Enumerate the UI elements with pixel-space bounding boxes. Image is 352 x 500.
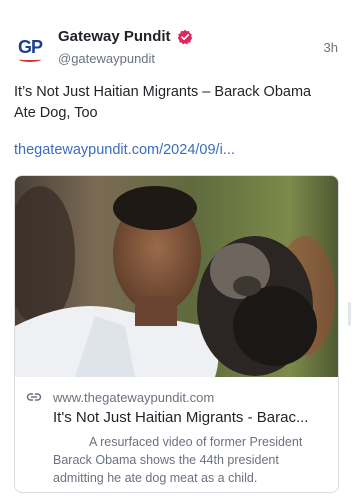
avatar[interactable]: GP — [13, 30, 49, 66]
author-name-row: Gateway Pundit — [58, 28, 193, 45]
verified-badge-icon — [177, 29, 192, 44]
avatar-swoosh — [19, 57, 41, 62]
card-title[interactable]: It's Not Just Haitian Migrants - Barac..… — [53, 409, 328, 426]
link-icon — [26, 393, 42, 401]
scrollbar-thumb[interactable] — [348, 302, 351, 326]
post-link[interactable]: thegatewaypundit.com/2024/09/i... — [14, 142, 235, 158]
author-handle[interactable]: @gatewaypundit — [58, 51, 155, 66]
author-display-name[interactable]: Gateway Pundit — [58, 28, 171, 45]
link-preview-card[interactable]: www.thegatewaypundit.com It's Not Just H… — [14, 175, 339, 493]
card-description: A resurfaced video of former President B… — [53, 435, 303, 485]
card-domain: www.thegatewaypundit.com — [53, 390, 215, 405]
post-card[interactable]: GP Gateway Pundit @gatewaypundit 3h It’s… — [0, 0, 352, 500]
post-text: It’s Not Just Haitian Migrants – Barack … — [14, 84, 312, 121]
post-timestamp[interactable]: 3h — [324, 40, 338, 55]
card-thumbnail-image — [15, 176, 338, 377]
avatar-logo: GP — [18, 37, 43, 57]
card-meta: www.thegatewaypundit.com It's Not Just H… — [15, 377, 338, 492]
